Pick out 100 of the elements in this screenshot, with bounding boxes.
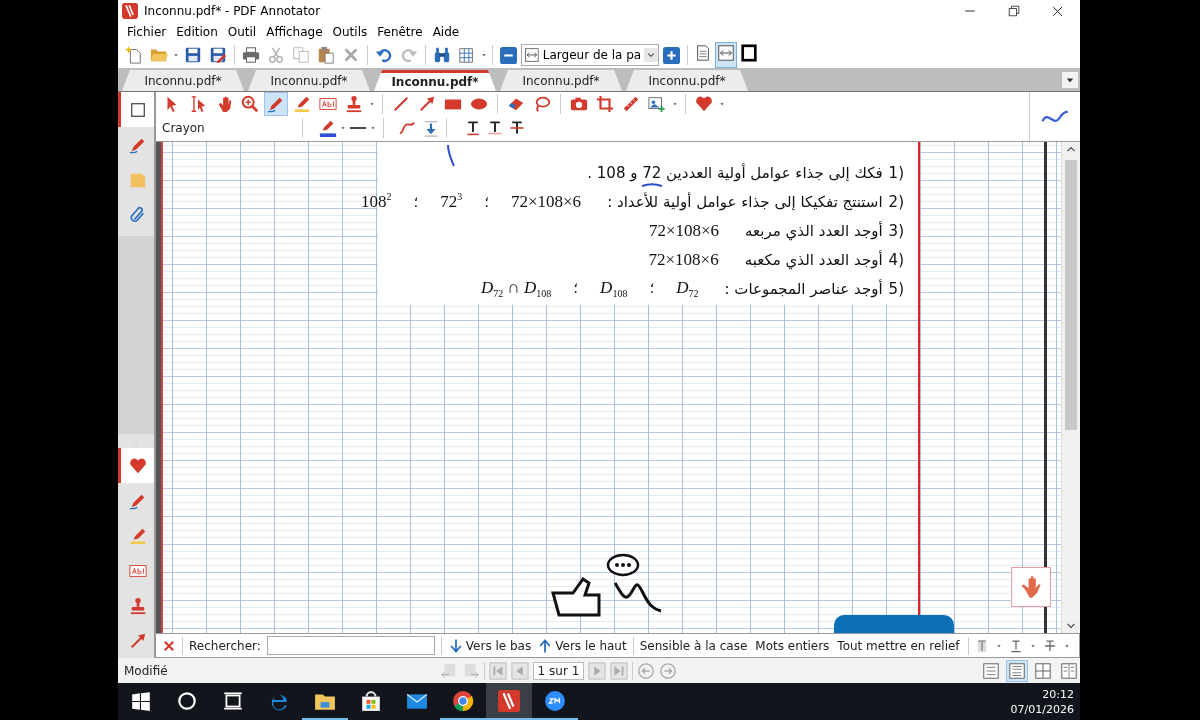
question-number: 1) [888,163,904,182]
math-expression: D$_{72}$ [676,277,699,300]
question-text: أوجد العدد الذي مربعه [745,221,883,240]
stamp-icon [345,95,363,113]
task-view-icon [222,689,244,712]
text-strikethrough-icon[interactable] [509,119,525,137]
menu-item[interactable]: Fichier [122,25,172,39]
crop-icon [596,95,614,113]
question-text: أوجد العدد الذي مكعبه [744,250,883,269]
document-tab[interactable]: Inconnu.pdf* [500,70,622,91]
search-field[interactable] [266,636,435,655]
ink-underline [641,183,663,188]
question-text: استنتج تفكيكا إلى جذاء عوامل أولية للأعداد : [607,192,883,211]
question-number: 2) [888,192,904,211]
text-box-icon [319,95,337,113]
scrollbar-thumb[interactable] [1065,160,1077,430]
zoom-select[interactable]: Largeur de la pa [521,44,659,66]
printer-icon [242,46,260,64]
menu-item[interactable]: Affichage [261,25,328,39]
chrome-icon [452,689,474,712]
single-page-layout-icon [982,661,1000,680]
two-page-layout-icon [1034,661,1052,680]
page-number-field[interactable]: 1 sur 1 [532,661,585,680]
save-icon [184,46,202,64]
math-expression: D$_{72}$ ∩ D$_{108}$ [481,277,552,300]
pen-tool[interactable] [264,92,288,116]
separator-mark: ؛ [413,192,419,211]
separator-mark: ؛ [484,192,489,211]
text-underline-icon[interactable] [465,119,481,137]
ink-stroke [446,144,456,168]
search-direction-button[interactable]: Vers le bas [447,637,532,654]
menu-item[interactable]: Outil [222,25,262,39]
waving-hand-icon [1019,575,1043,599]
document-tab[interactable]: Inconnu.pdf* [248,70,370,91]
document-tab[interactable]: Inconnu.pdf* [626,70,748,91]
document-tab[interactable]: Inconnu.pdf* [374,70,496,91]
document-tab[interactable]: Inconnu.pdf* [122,70,244,91]
redo-icon [400,46,418,64]
math-expression: 72$^{3}$ [440,191,463,212]
circle-icon [176,689,198,712]
zoom-value: Largeur de la pa [542,48,642,62]
text-squiggle-icon[interactable] [487,119,503,137]
menu-item[interactable]: Fenêtre [372,25,428,39]
clock-time: 20:12 [1042,686,1074,702]
highlighter-icon [128,526,147,545]
delete-icon [342,46,360,64]
save-as-icon [209,46,227,64]
windows-logo-icon [130,689,152,712]
dropdown-caret-icon[interactable] [644,46,658,64]
fit-width-icon [524,47,540,63]
window-title: Inconnu.pdf* - PDF Annotator [144,4,321,18]
curve-icon[interactable] [398,119,416,137]
page-layout-button[interactable] [1006,659,1028,682]
text-select-icon [189,95,207,113]
zoom-out-icon[interactable] [500,46,517,64]
sidebar-tab[interactable] [118,448,154,483]
separator-mark: ؛ [649,279,655,298]
search-option[interactable]: Sensible à la case [639,638,748,653]
separator-mark: ؛ [573,279,579,298]
status-text: Modifié [124,663,168,678]
shopping-bag-icon [360,689,382,712]
search-option[interactable]: Tout mettre en relief [837,638,960,653]
math-expression: D$_{108}$ [600,277,628,300]
menu-item[interactable]: Outils [327,25,373,39]
copy-icon [292,46,310,64]
question-number: 3) [888,221,904,240]
arrow-icon [418,95,436,113]
stamp-icon [128,596,147,615]
math-expression: 72×108×6 [648,220,720,241]
question-text: فكك إلى جذاء عوامل أولية العددين 72 و 108 . [587,163,883,182]
search-direction-button[interactable]: Vers le haut [537,637,627,654]
zoom-in-icon[interactable] [663,46,680,64]
question-number: 5) [888,279,904,298]
pen-color-icon[interactable] [319,119,337,137]
search-option[interactable]: Mots entiers [755,638,830,653]
fit-width-page-icon [717,44,735,62]
arrow-icon [128,631,147,650]
tool-name: Crayon [161,121,206,135]
taskbar-button[interactable] [486,683,532,720]
menu-item[interactable]: Aide [427,25,465,39]
paperclip-icon [128,205,147,224]
undo-icon [375,46,393,64]
question-number: 4) [888,250,904,269]
scissors-icon [267,46,285,64]
sidebar-tab[interactable] [118,92,154,127]
lasso-icon [533,95,551,113]
highlighter-icon [293,95,311,113]
ruler-icon [622,95,640,113]
zoom-icon [241,95,259,113]
pen-icon [267,95,285,113]
table-icon [458,46,476,64]
line-icon [392,95,410,113]
insert-down-icon[interactable] [422,119,440,137]
math-expression: 72×108×6 [648,249,719,270]
clock-date: 07/01/2026 [1010,701,1074,717]
checkbox-icon [128,100,147,119]
image-icon [648,95,666,113]
hand-button[interactable] [1011,567,1051,607]
search-label: Rechercher: [189,638,261,653]
menu-item[interactable]: Edition [171,25,223,39]
